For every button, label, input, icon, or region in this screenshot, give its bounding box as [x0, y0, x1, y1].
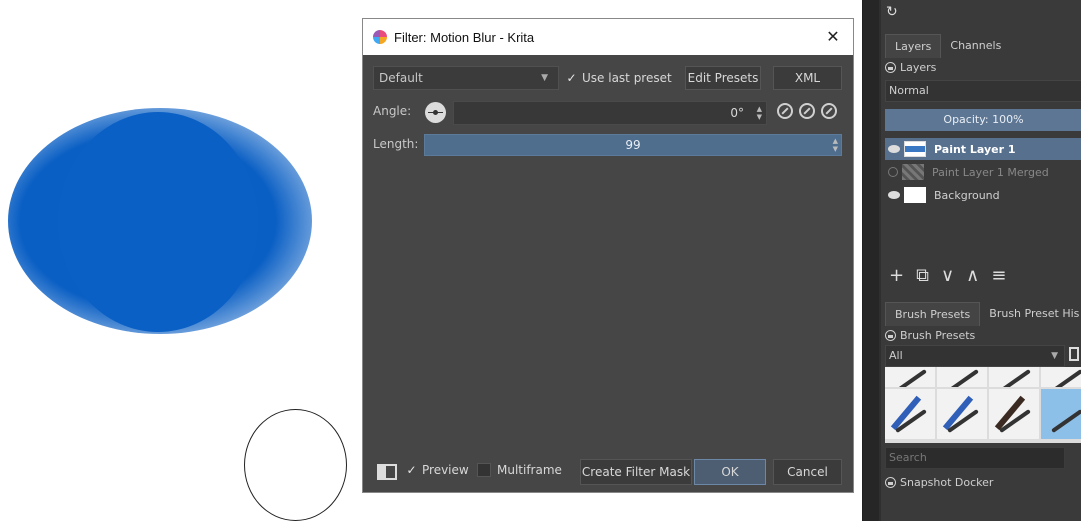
length-slider[interactable]: 99 ▲ ▼	[424, 134, 842, 156]
angle-input[interactable]: 0° ▲ ▼	[453, 101, 767, 125]
layer-name: Background	[934, 188, 1000, 202]
split-preview-icon[interactable]	[377, 464, 397, 480]
layer-toolbar: + ⧉ ∨ ∧ ≡	[889, 265, 1006, 286]
edit-presets-button[interactable]: Edit Presets	[685, 66, 761, 90]
add-layer-icon[interactable]: +	[889, 265, 904, 286]
brush-preset[interactable]	[885, 367, 935, 387]
docker-splitter[interactable]	[863, 0, 879, 521]
angle-direction-buttons	[777, 103, 837, 119]
angle-left-icon[interactable]	[799, 103, 815, 119]
tab-channels[interactable]: Channels	[941, 34, 1010, 58]
preset-select[interactable]: Default ▼	[373, 66, 559, 90]
layer-thumbnail	[904, 141, 926, 157]
brush-preset[interactable]	[1041, 367, 1081, 387]
snapshot-docker-header: Snapshot Docker	[885, 476, 993, 489]
brush-presets-header: Brush Presets	[885, 329, 975, 342]
create-filter-mask-button[interactable]: Create Filter Mask	[580, 459, 692, 485]
multiframe-label: Multiframe	[497, 463, 562, 477]
layer-name: Paint Layer 1 Merged	[932, 165, 1049, 179]
preset-select-value: Default	[379, 71, 423, 85]
length-value: 99	[625, 138, 641, 152]
snapshot-docker-label: Snapshot Docker	[900, 476, 994, 489]
blend-mode-select[interactable]: Normal	[885, 80, 1081, 102]
layer-properties-icon[interactable]: ≡	[991, 265, 1006, 286]
bookmark-icon[interactable]	[1069, 347, 1079, 361]
xml-button[interactable]: XML	[773, 66, 842, 90]
tab-brush-presets[interactable]: Brush Presets	[885, 302, 981, 326]
dialog-title: Filter: Motion Blur - Krita	[394, 29, 535, 45]
brush-search-input[interactable]: Search	[885, 447, 1065, 469]
opacity-slider[interactable]: Opacity: 100%	[885, 109, 1081, 131]
brush-presets-grid	[885, 367, 1081, 443]
length-label: Length:	[373, 137, 419, 151]
docker-panel: ↻ Layers Channels Layers Normal Opacity:…	[862, 0, 1081, 521]
docker-content: ↻ Layers Channels Layers Normal Opacity:…	[881, 0, 1081, 521]
layers-header-label: Layers	[900, 61, 937, 74]
close-icon[interactable]: ✕	[813, 27, 853, 47]
lock-icon[interactable]	[885, 62, 896, 73]
brush-preset[interactable]	[989, 367, 1039, 387]
spin-arrows-icon[interactable]: ▲ ▼	[757, 105, 762, 121]
use-last-preset-label: Use last preset	[582, 71, 672, 85]
layer-thumbnail	[904, 187, 926, 203]
multiframe-checkbox[interactable]: Multiframe	[477, 463, 562, 477]
preview-checkbox[interactable]: ✓ Preview	[405, 462, 469, 477]
angle-label: Angle:	[373, 104, 412, 118]
eye-icon[interactable]	[888, 191, 900, 199]
dialog-titlebar: Filter: Motion Blur - Krita ✕	[363, 19, 853, 55]
move-down-icon[interactable]: ∨	[941, 265, 954, 286]
layers-header: Layers	[885, 61, 936, 74]
cancel-button[interactable]: Cancel	[773, 459, 842, 485]
ok-button[interactable]: OK	[694, 459, 766, 485]
angle-down-icon[interactable]	[777, 103, 793, 119]
brush-outline-cursor	[244, 409, 347, 521]
brush-preset[interactable]	[937, 389, 987, 439]
tab-brush-preset-history[interactable]: Brush Preset His	[980, 302, 1081, 326]
eye-hidden-icon[interactable]	[888, 167, 898, 177]
krita-icon	[373, 30, 387, 44]
spin-arrows-icon[interactable]: ▲ ▼	[833, 137, 838, 153]
chevron-down-icon: ▼	[1051, 351, 1058, 361]
use-last-preset-checkbox[interactable]: ✓ Use last preset	[565, 66, 672, 90]
refresh-icon[interactable]: ↻	[886, 4, 898, 20]
check-icon: ✓	[566, 70, 577, 85]
eye-icon[interactable]	[888, 145, 900, 153]
paint-blob	[58, 112, 258, 332]
angle-value: 0°	[730, 106, 744, 120]
layer-thumbnail	[902, 164, 924, 180]
layer-name: Paint Layer 1	[934, 142, 1016, 156]
layer-row[interactable]: Paint Layer 1 Merged	[885, 161, 1081, 183]
lock-icon[interactable]	[885, 330, 896, 341]
brush-tabs: Brush Presets Brush Preset His	[885, 302, 1081, 326]
layer-row[interactable]: Paint Layer 1	[885, 138, 1081, 160]
tab-layers[interactable]: Layers	[885, 34, 942, 58]
brush-preset[interactable]	[989, 389, 1039, 439]
brush-preset[interactable]	[885, 389, 935, 439]
check-icon: ✓	[406, 462, 417, 477]
layer-row[interactable]: Background	[885, 184, 1081, 206]
chevron-down-icon: ▼	[541, 73, 548, 83]
tag-select-value: All	[889, 349, 903, 362]
preview-label: Preview	[422, 463, 469, 477]
checkbox-box	[477, 463, 491, 477]
duplicate-layer-icon[interactable]: ⧉	[916, 265, 929, 286]
layers-tabs: Layers Channels	[885, 34, 1010, 58]
brush-presets-header-label: Brush Presets	[900, 329, 976, 342]
tag-select[interactable]: All ▼	[885, 345, 1065, 367]
angle-diagonal-icon[interactable]	[821, 103, 837, 119]
angle-dial[interactable]	[425, 102, 446, 123]
lock-icon[interactable]	[885, 477, 896, 488]
brush-preset-selected[interactable]	[1041, 389, 1081, 439]
dialog-button-bar: ✓ Preview Multiframe Create Filter Mask …	[363, 459, 853, 487]
motion-blur-dialog: Filter: Motion Blur - Krita ✕ Default ▼ …	[362, 18, 854, 493]
move-up-icon[interactable]: ∧	[966, 265, 979, 286]
brush-preset[interactable]	[937, 367, 987, 387]
